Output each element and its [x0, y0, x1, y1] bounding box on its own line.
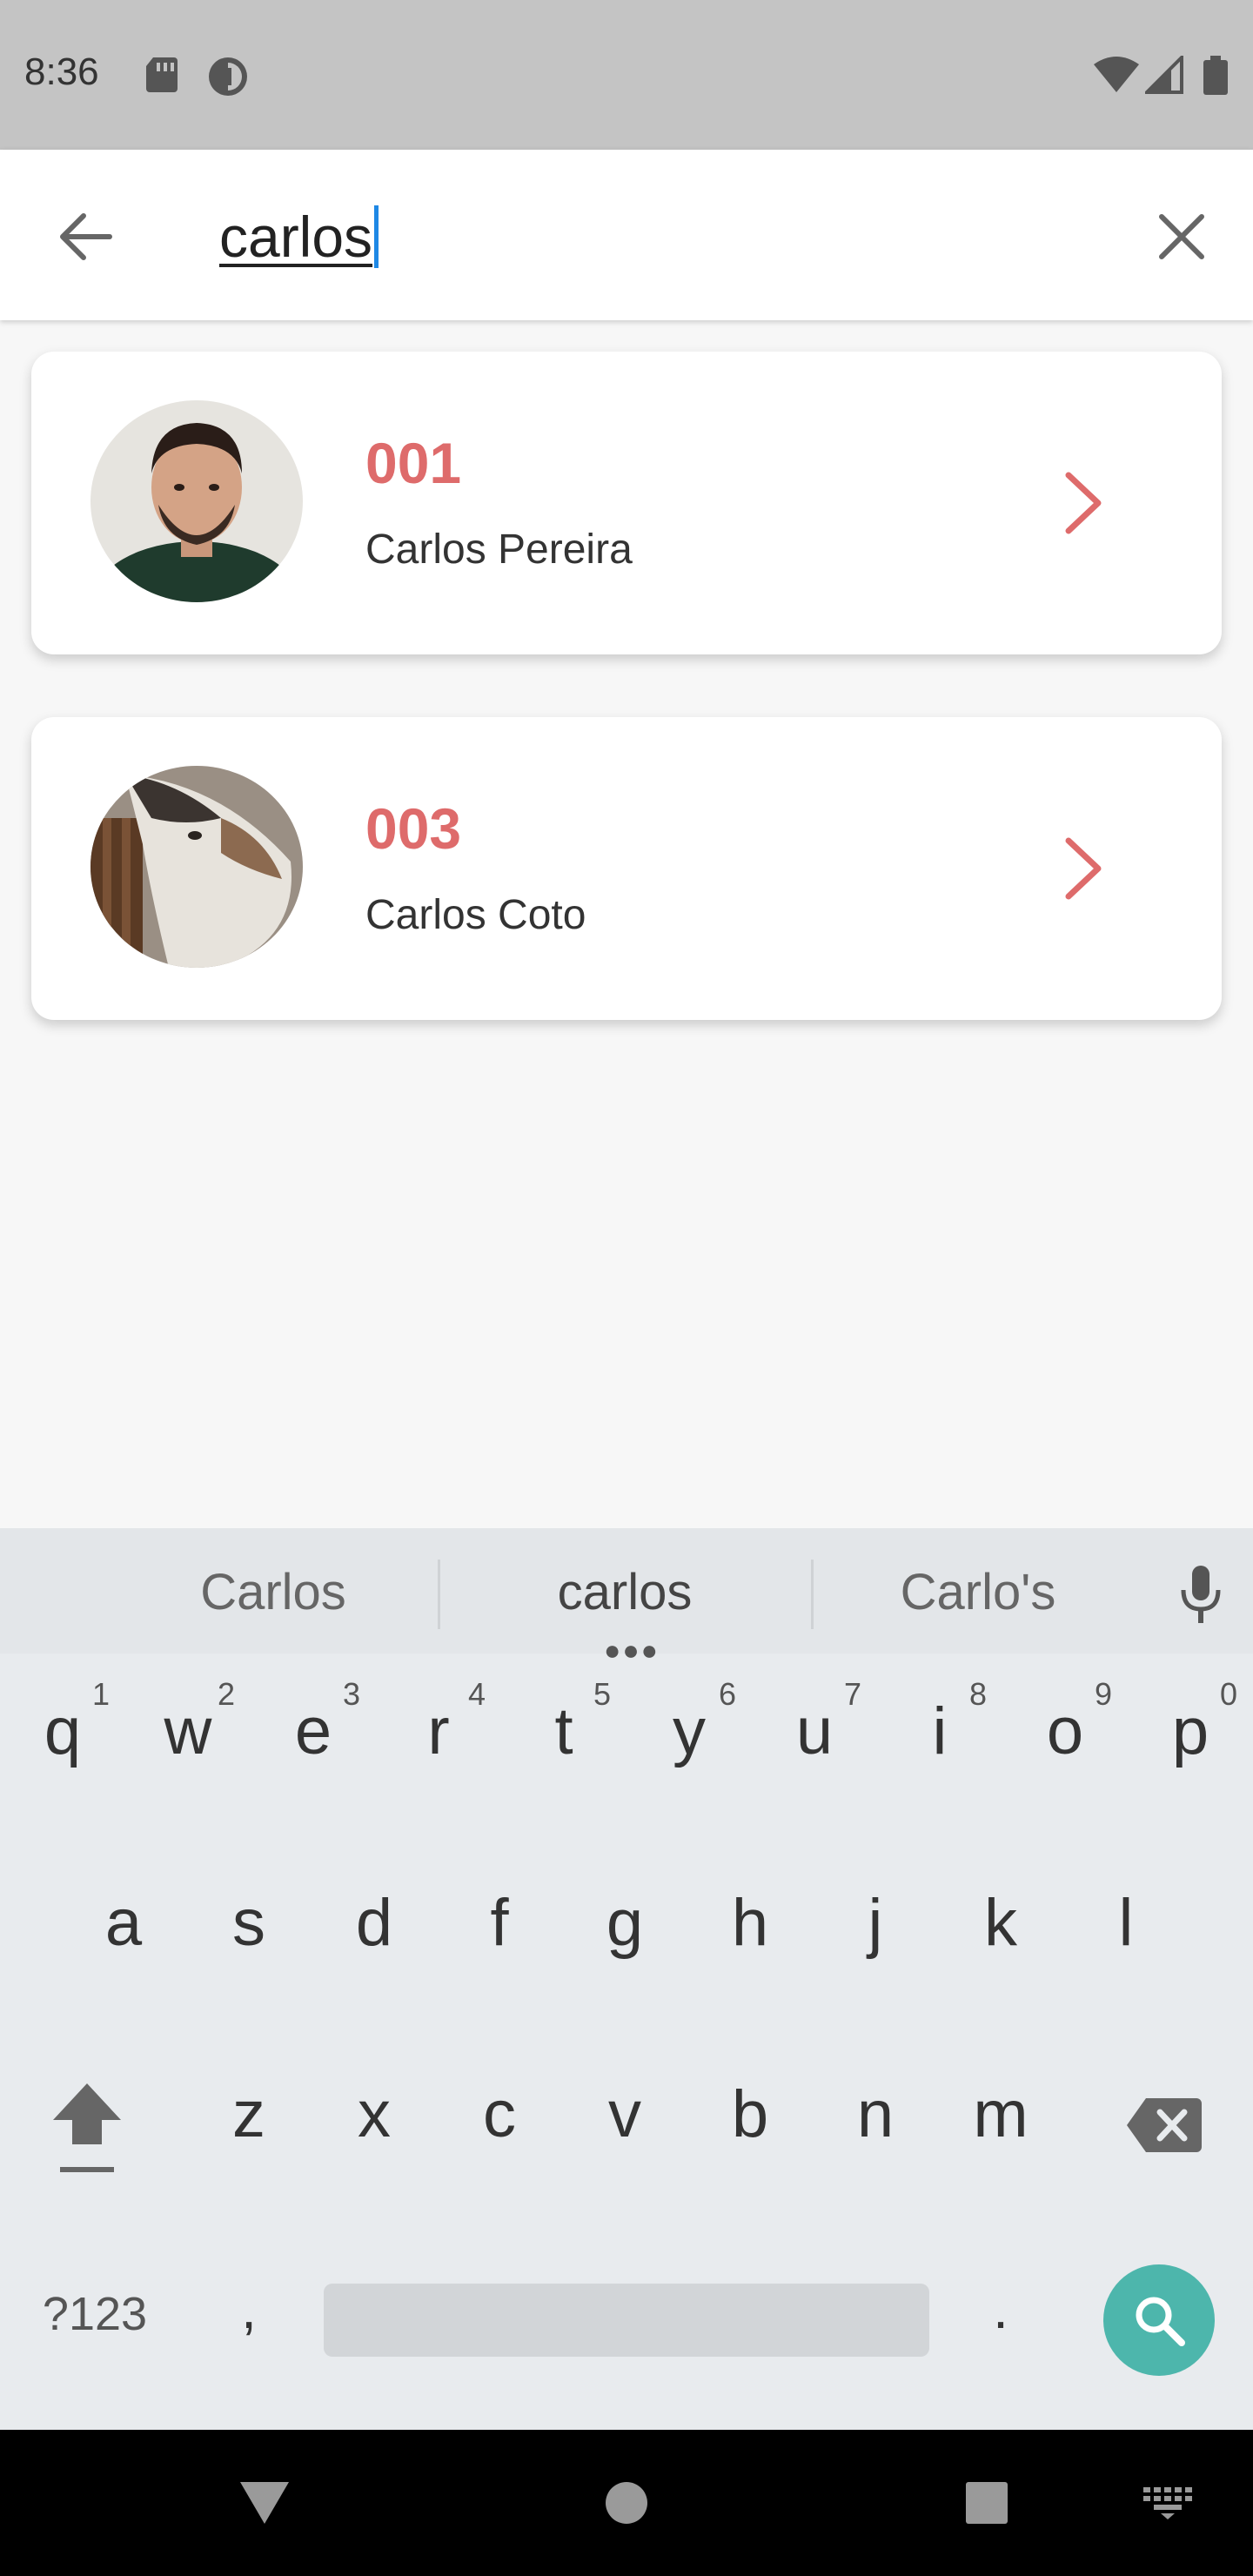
- status-time: 8:36: [24, 50, 99, 93]
- key-f[interactable]: f: [447, 1885, 552, 1961]
- arrow-back-icon: [60, 213, 112, 260]
- record-code: 003: [365, 796, 462, 861]
- cell-signal-icon: [1142, 53, 1183, 98]
- period-key[interactable]: .: [948, 2277, 1053, 2341]
- key-y[interactable]: y: [637, 1694, 741, 1769]
- key-k[interactable]: k: [948, 1885, 1053, 1961]
- avatar: [90, 766, 303, 968]
- comma-key[interactable]: ,: [197, 2277, 301, 2341]
- key-i[interactable]: i: [888, 1694, 992, 1769]
- keyboard-icon: [1143, 2487, 1192, 2519]
- key-j[interactable]: j: [823, 1885, 928, 1961]
- circle-home-icon: [606, 2482, 647, 2524]
- key-z[interactable]: z: [197, 2076, 301, 2152]
- back-button[interactable]: [49, 200, 122, 273]
- chevron-right-icon: [1041, 460, 1128, 547]
- search-input[interactable]: carlos: [219, 195, 1089, 278]
- key-r[interactable]: r: [386, 1694, 491, 1769]
- result-card[interactable]: 003 Carlos Coto: [31, 717, 1222, 1020]
- wifi-icon: [1093, 56, 1140, 98]
- shift-key[interactable]: [35, 2076, 139, 2172]
- nav-recents-button[interactable]: [935, 2430, 1039, 2576]
- key-o[interactable]: o: [1013, 1694, 1117, 1769]
- nav-back-button[interactable]: [212, 2430, 317, 2576]
- shift-icon: [53, 2083, 121, 2172]
- avatar: [90, 400, 303, 602]
- suggestion-divider: [438, 1560, 440, 1629]
- backspace-icon: [1127, 2098, 1202, 2152]
- symbols-key[interactable]: ?123: [21, 2287, 169, 2341]
- key-g[interactable]: g: [573, 1885, 677, 1961]
- spacebar[interactable]: [324, 2284, 929, 2357]
- key-c[interactable]: c: [447, 2076, 552, 2152]
- key-l[interactable]: l: [1074, 1885, 1178, 1961]
- person-name: Carlos Coto: [365, 892, 586, 938]
- suggestion-3[interactable]: Carlo's: [813, 1563, 1143, 1621]
- key-t[interactable]: t: [512, 1694, 616, 1769]
- key-v[interactable]: v: [573, 2076, 677, 2152]
- suggestion-strip: Carlos carlos Carlo's ●●●: [0, 1528, 1253, 1666]
- key-a[interactable]: a: [71, 1885, 176, 1961]
- key-h[interactable]: h: [698, 1885, 802, 1961]
- search-icon: [1136, 2297, 1185, 2346]
- key-e[interactable]: e: [261, 1694, 365, 1769]
- result-card[interactable]: 001 Carlos Pereira: [31, 352, 1222, 654]
- data-saver-icon: [207, 56, 249, 102]
- voice-input-button[interactable]: [1166, 1560, 1236, 1629]
- search-query: carlos: [219, 205, 373, 269]
- close-icon: [1159, 214, 1204, 259]
- nav-home-button[interactable]: [574, 2430, 679, 2576]
- more-suggestions-dots: ●●●: [604, 1634, 660, 1666]
- key-d[interactable]: d: [322, 1885, 426, 1961]
- triangle-down-icon: [240, 2482, 289, 2524]
- clear-search-button[interactable]: [1145, 200, 1218, 273]
- key-s[interactable]: s: [197, 1885, 301, 1961]
- key-w[interactable]: w: [136, 1694, 240, 1769]
- key-q[interactable]: q: [10, 1694, 115, 1769]
- chevron-right-icon: [1041, 825, 1128, 912]
- key-x[interactable]: x: [322, 2076, 426, 2152]
- microphone-icon: [1181, 1566, 1221, 1623]
- key-n[interactable]: n: [823, 2076, 928, 2152]
- key-m[interactable]: m: [948, 2076, 1053, 2152]
- system-navigation-bar: [0, 2430, 1253, 2576]
- key-b[interactable]: b: [698, 2076, 802, 2152]
- search-app-bar: carlos: [0, 150, 1253, 320]
- suggestion-1[interactable]: Carlos: [108, 1563, 439, 1621]
- sd-card-icon: [144, 56, 179, 98]
- search-key[interactable]: [1103, 2264, 1215, 2376]
- record-code: 001: [365, 431, 462, 495]
- backspace-key[interactable]: [1112, 2094, 1216, 2163]
- text-caret: [374, 205, 379, 268]
- soft-keyboard: Carlos carlos Carlo's ●●● 1 2 3 4 5 6 7 …: [0, 1528, 1253, 2430]
- person-name: Carlos Pereira: [365, 527, 633, 573]
- suggestion-2[interactable]: carlos: [459, 1563, 790, 1621]
- battery-icon: [1203, 56, 1229, 100]
- key-p[interactable]: p: [1138, 1694, 1243, 1769]
- square-recents-icon: [966, 2482, 1008, 2524]
- key-u[interactable]: u: [762, 1694, 867, 1769]
- status-bar: 8:36: [0, 0, 1253, 150]
- keyboard-switch-button[interactable]: [1116, 2430, 1220, 2576]
